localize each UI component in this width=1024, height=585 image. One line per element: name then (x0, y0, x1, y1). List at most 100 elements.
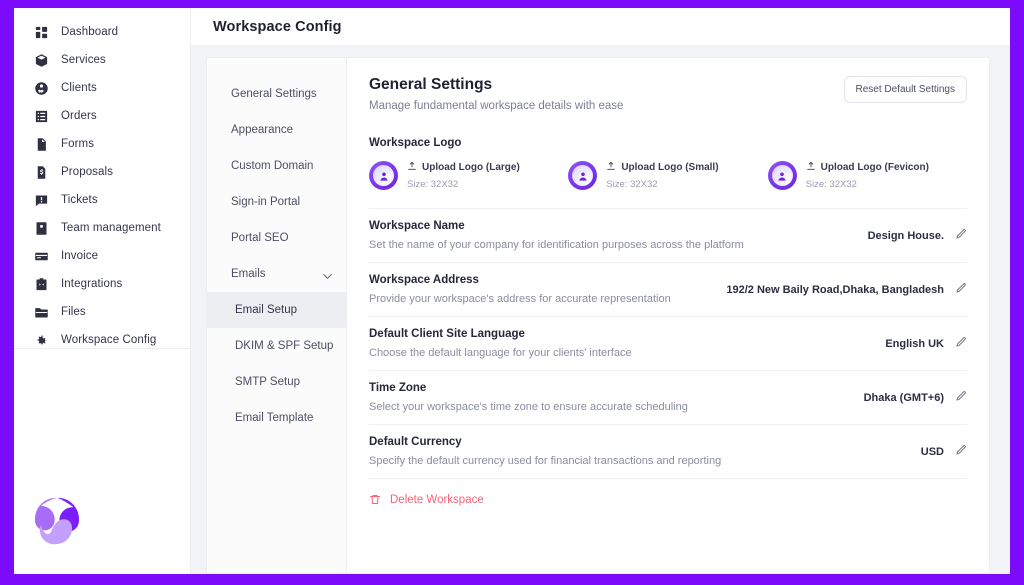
setting-description: Choose the default language for your cli… (369, 347, 632, 359)
edit-pencil-icon[interactable] (955, 443, 967, 461)
sidebar-item-team-management[interactable]: Team management (14, 214, 190, 242)
delete-workspace-button[interactable]: Delete Workspace (369, 478, 967, 506)
document-icon (34, 137, 49, 152)
upload-logo-button[interactable]: Upload Logo (Small) (606, 161, 719, 174)
subnav-item-label: SMTP Setup (235, 376, 300, 388)
upload-icon (606, 161, 616, 174)
person-badge-icon (568, 161, 597, 190)
settings-rows: Workspace Name Set the name of your comp… (369, 208, 967, 478)
plug-box-icon (34, 277, 49, 292)
setting-row: Workspace Name Set the name of your comp… (369, 208, 967, 262)
sidebar-item-clients[interactable]: Clients (14, 74, 190, 102)
setting-value-group: Design House. (868, 227, 967, 245)
upload-logo-label: Upload Logo (Large) (422, 162, 520, 173)
subnav-item-email-template[interactable]: Email Template (207, 400, 346, 436)
sidebar-item-tickets[interactable]: Tickets (14, 186, 190, 214)
sidebar-item-integrations[interactable]: Integrations (14, 270, 190, 298)
subnav-item-emails[interactable]: Emails (207, 256, 346, 292)
workspace-avatar (369, 161, 398, 190)
sidebar-item-invoice[interactable]: Invoice (14, 242, 190, 270)
workspace-logo-label: Workspace Logo (369, 137, 462, 149)
sidebar-item-proposals[interactable]: Proposals (14, 158, 190, 186)
main-region: Workspace Config General Settings Appeara… (191, 8, 1010, 574)
setting-value: 192/2 New Baily Road,Dhaka, Bangladesh (726, 283, 944, 296)
upload-logo-button[interactable]: Upload Logo (Large) (407, 161, 520, 174)
sidebar-item-label: Files (61, 306, 86, 318)
setting-description: Set the name of your company for identif… (369, 239, 744, 251)
edit-pencil-icon[interactable] (955, 227, 967, 245)
setting-value-group: Dhaka (GMT+6) (864, 389, 967, 407)
chevron-down-icon[interactable] (320, 269, 332, 279)
workspace-logo-slot: Upload Logo (Fevicon) Size: 32X32 (767, 161, 967, 190)
subnav-item-dkim-spf-setup[interactable]: DKIM & SPF Setup (207, 328, 346, 364)
subnav-item-portal-seo[interactable]: Portal SEO (207, 220, 346, 256)
settings-subnav: General Settings Appearance Custom Domain S… (207, 58, 347, 573)
upload-icon (407, 161, 417, 174)
setting-text: Time Zone Select your workspace's time z… (369, 382, 688, 413)
sidebar-item-workspace-config[interactable]: Workspace Config (14, 326, 190, 354)
grid-icon (34, 25, 49, 40)
sidebar-item-label: Tickets (61, 194, 98, 206)
subnav-item-label: Appearance (231, 124, 294, 136)
sidebar-item-label: Invoice (61, 250, 99, 262)
edit-pencil-icon[interactable] (955, 335, 967, 353)
sidebar-item-files[interactable]: Files (14, 298, 190, 326)
sidebar-item-label: Team management (61, 222, 161, 234)
logo-size-label: Size: 32X32 (606, 179, 658, 190)
sidebar-item-label: Clients (61, 82, 97, 94)
workspace-logo-row: Upload Logo (Large) Size: 32X32 Upload L… (369, 161, 967, 190)
subnav-item-email-setup[interactable]: Email Setup (207, 292, 346, 328)
sidebar-item-forms[interactable]: Forms (14, 130, 190, 158)
sidebar-divider (14, 348, 190, 349)
edit-pencil-icon[interactable] (955, 389, 967, 407)
subnav-item-appearance[interactable]: Appearance (207, 112, 346, 148)
gear-icon (34, 333, 49, 348)
logo-size-label: Size: 32X32 (407, 179, 459, 190)
setting-value: USD (920, 445, 944, 458)
upload-logo-button[interactable]: Upload Logo (Fevicon) (806, 161, 929, 174)
workspace-avatar (767, 161, 797, 190)
edit-pencil-icon[interactable] (955, 281, 967, 299)
ticket-chat-icon (34, 193, 49, 208)
settings-card: General Settings Appearance Custom Domain S… (206, 57, 990, 574)
delete-workspace-label: Delete Workspace (390, 493, 484, 506)
setting-value-group: English UK (885, 335, 967, 353)
subnav-item-general-settings[interactable]: General Settings (207, 76, 346, 112)
setting-title: Default Client Site Language (369, 328, 525, 340)
sidebar-item-services[interactable]: Services (14, 46, 190, 74)
subnav-item-label: Custom Domain (231, 160, 314, 172)
primary-sidebar: Dashboard Services Clients Orders Forms Propo… (14, 8, 191, 574)
folder-icon (34, 305, 49, 320)
person-badge-icon (369, 161, 398, 190)
setting-description: Specify the default currency used for fi… (369, 455, 722, 467)
upload-logo-label: Upload Logo (Fevicon) (820, 162, 929, 173)
setting-row: Workspace Address Provide your workspace… (369, 262, 967, 316)
sidebar-item-label: Workspace Config (61, 334, 157, 346)
sidebar-item-label: Proposals (61, 166, 114, 178)
subnav-item-custom-domain[interactable]: Custom Domain (207, 148, 346, 184)
setting-title: Workspace Address (369, 274, 479, 286)
upload-logo-label: Upload Logo (Small) (621, 162, 719, 173)
sidebar-item-orders[interactable]: Orders (14, 102, 190, 130)
subnav-item-sign-in-portal[interactable]: Sign-in Portal (207, 184, 346, 220)
setting-value: Design House. (867, 229, 944, 242)
workspace-avatar (568, 161, 598, 190)
panel-header: General Settings Manage fundamental work… (369, 76, 967, 112)
sidebar-item-label: Dashboard (61, 26, 119, 38)
subnav-item-smtp-setup[interactable]: SMTP Setup (207, 364, 346, 400)
reset-default-settings-button[interactable]: Reset Default Settings (843, 76, 967, 103)
sidebar-item-dashboard[interactable]: Dashboard (14, 18, 190, 46)
list-box-icon (34, 109, 49, 124)
setting-value-group: 192/2 New Baily Road,Dhaka, Bangladesh (726, 281, 967, 299)
setting-title: Default Currency (369, 436, 462, 448)
card-icon (34, 249, 49, 264)
person-card-icon (34, 221, 49, 236)
general-settings-panel: General Settings Manage fundamental work… (347, 58, 989, 573)
subnav-item-label: Emails (231, 268, 266, 280)
setting-description: Provide your workspace's address for acc… (369, 293, 671, 305)
setting-value: Dhaka (GMT+6) (863, 391, 944, 404)
logo-size-label: Size: 32X32 (805, 179, 857, 190)
subnav-item-label: Portal SEO (231, 232, 289, 244)
trash-icon (370, 495, 380, 504)
subnav-item-label: Sign-in Portal (231, 196, 301, 208)
